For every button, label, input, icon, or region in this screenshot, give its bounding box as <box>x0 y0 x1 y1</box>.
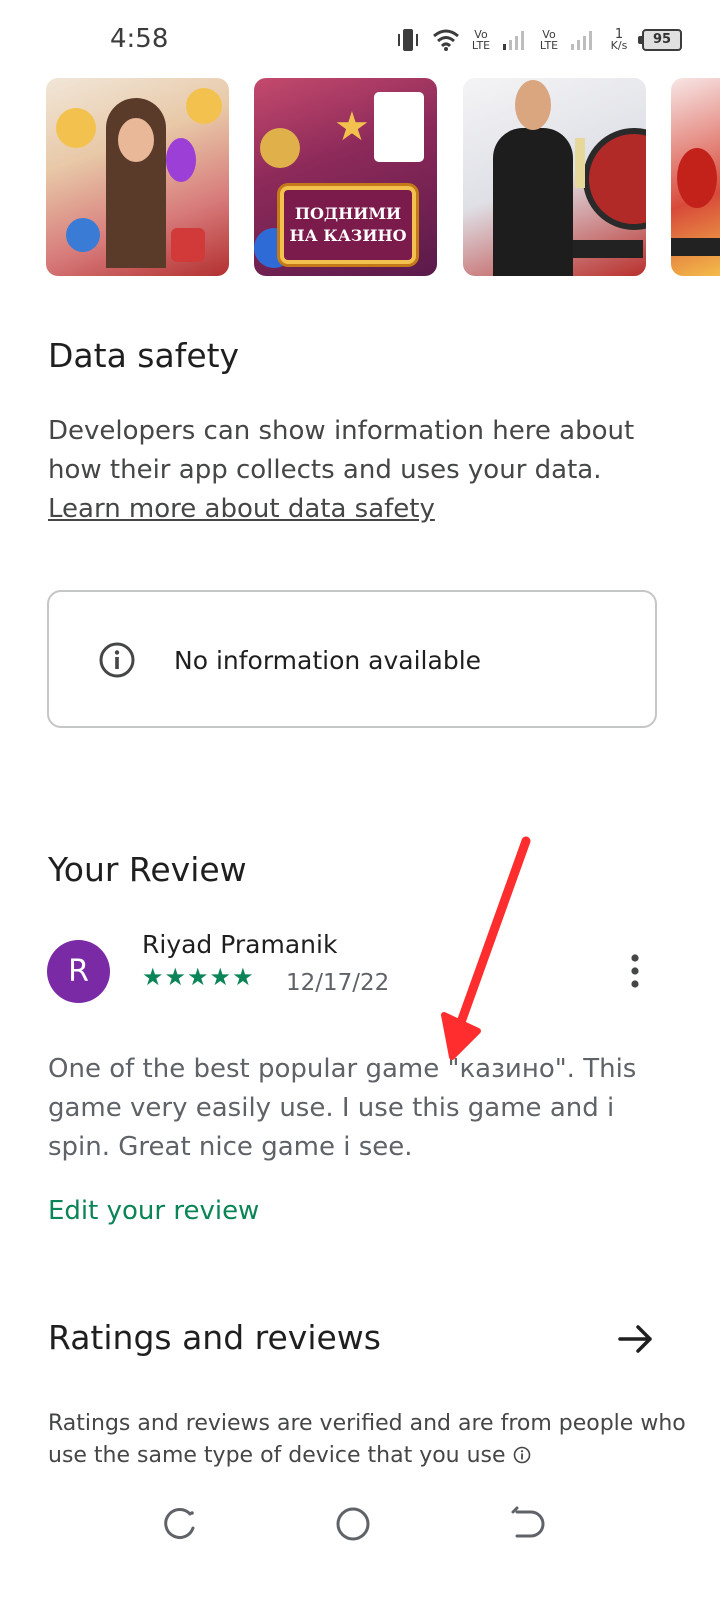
back-nav-icon[interactable] <box>505 1504 545 1544</box>
info-icon[interactable] <box>513 1446 531 1464</box>
signal-icon <box>571 31 592 50</box>
your-review-title: Your Review <box>48 850 247 889</box>
status-icons: Vo LTE Vo LTE 1 K/s 95 <box>394 24 682 56</box>
wifi-icon <box>433 29 459 51</box>
avatar: R <box>47 940 110 1003</box>
review-text: One of the best popular game "казино". T… <box>48 1054 637 1162</box>
data-safety-text: Developers can show information here abo… <box>48 416 635 485</box>
ratings-and-reviews-title[interactable]: Ratings and reviews <box>48 1318 381 1357</box>
info-icon <box>99 642 135 678</box>
more-vert-icon[interactable] <box>620 952 650 992</box>
ratings-description-text: Ratings and reviews are verified and are… <box>48 1411 686 1468</box>
annotation-arrow <box>441 836 531 1060</box>
network-speed-unit: K/s <box>610 39 628 52</box>
network-label-2: Vo LTE <box>539 28 559 52</box>
data-safety-info-card: No information available <box>47 590 657 728</box>
review-date: 12/17/22 <box>286 970 390 996</box>
arrow-right-icon[interactable] <box>616 1322 656 1356</box>
screenshot-2[interactable]: ★ ПОДНИМИ НА КАЗИНО <box>254 78 437 276</box>
data-safety-title: Data safety <box>48 336 240 375</box>
star-rating: ★★★★★ <box>142 963 255 991</box>
casino-sign-line-2: НА КАЗИНО <box>289 226 407 245</box>
home-nav-icon[interactable] <box>333 1504 373 1544</box>
learn-more-data-safety-link[interactable]: Learn more about data safety <box>48 494 435 524</box>
screenshot-carousel[interactable]: ★ ПОДНИМИ НА КАЗИНО <box>0 78 720 278</box>
system-nav-bar <box>0 1490 720 1560</box>
ratings-description: Ratings and reviews are verified and are… <box>48 1408 688 1472</box>
battery-icon: 95 <box>638 29 682 51</box>
no-information-text: No information available <box>174 646 482 675</box>
casino-sign-line-1: ПОДНИМИ <box>294 204 402 223</box>
network-label-1: Vo LTE <box>471 28 491 52</box>
status-time: 4:58 <box>110 24 169 54</box>
network-speed: 1 K/s <box>606 28 632 52</box>
recents-nav-icon[interactable] <box>160 1504 200 1544</box>
screenshot-3[interactable] <box>463 78 646 276</box>
screenshot-4[interactable] <box>671 78 720 276</box>
reviewer-name: Riyad Pramanik <box>142 930 338 959</box>
signal-icon <box>503 31 524 50</box>
vibrate-icon <box>398 29 418 51</box>
edit-review-link[interactable]: Edit your review <box>48 1196 259 1226</box>
data-safety-description: Developers can show information here abo… <box>48 412 668 529</box>
screenshot-1[interactable] <box>46 78 229 276</box>
casino-sign: ПОДНИМИ НА КАЗИНО <box>280 186 416 264</box>
